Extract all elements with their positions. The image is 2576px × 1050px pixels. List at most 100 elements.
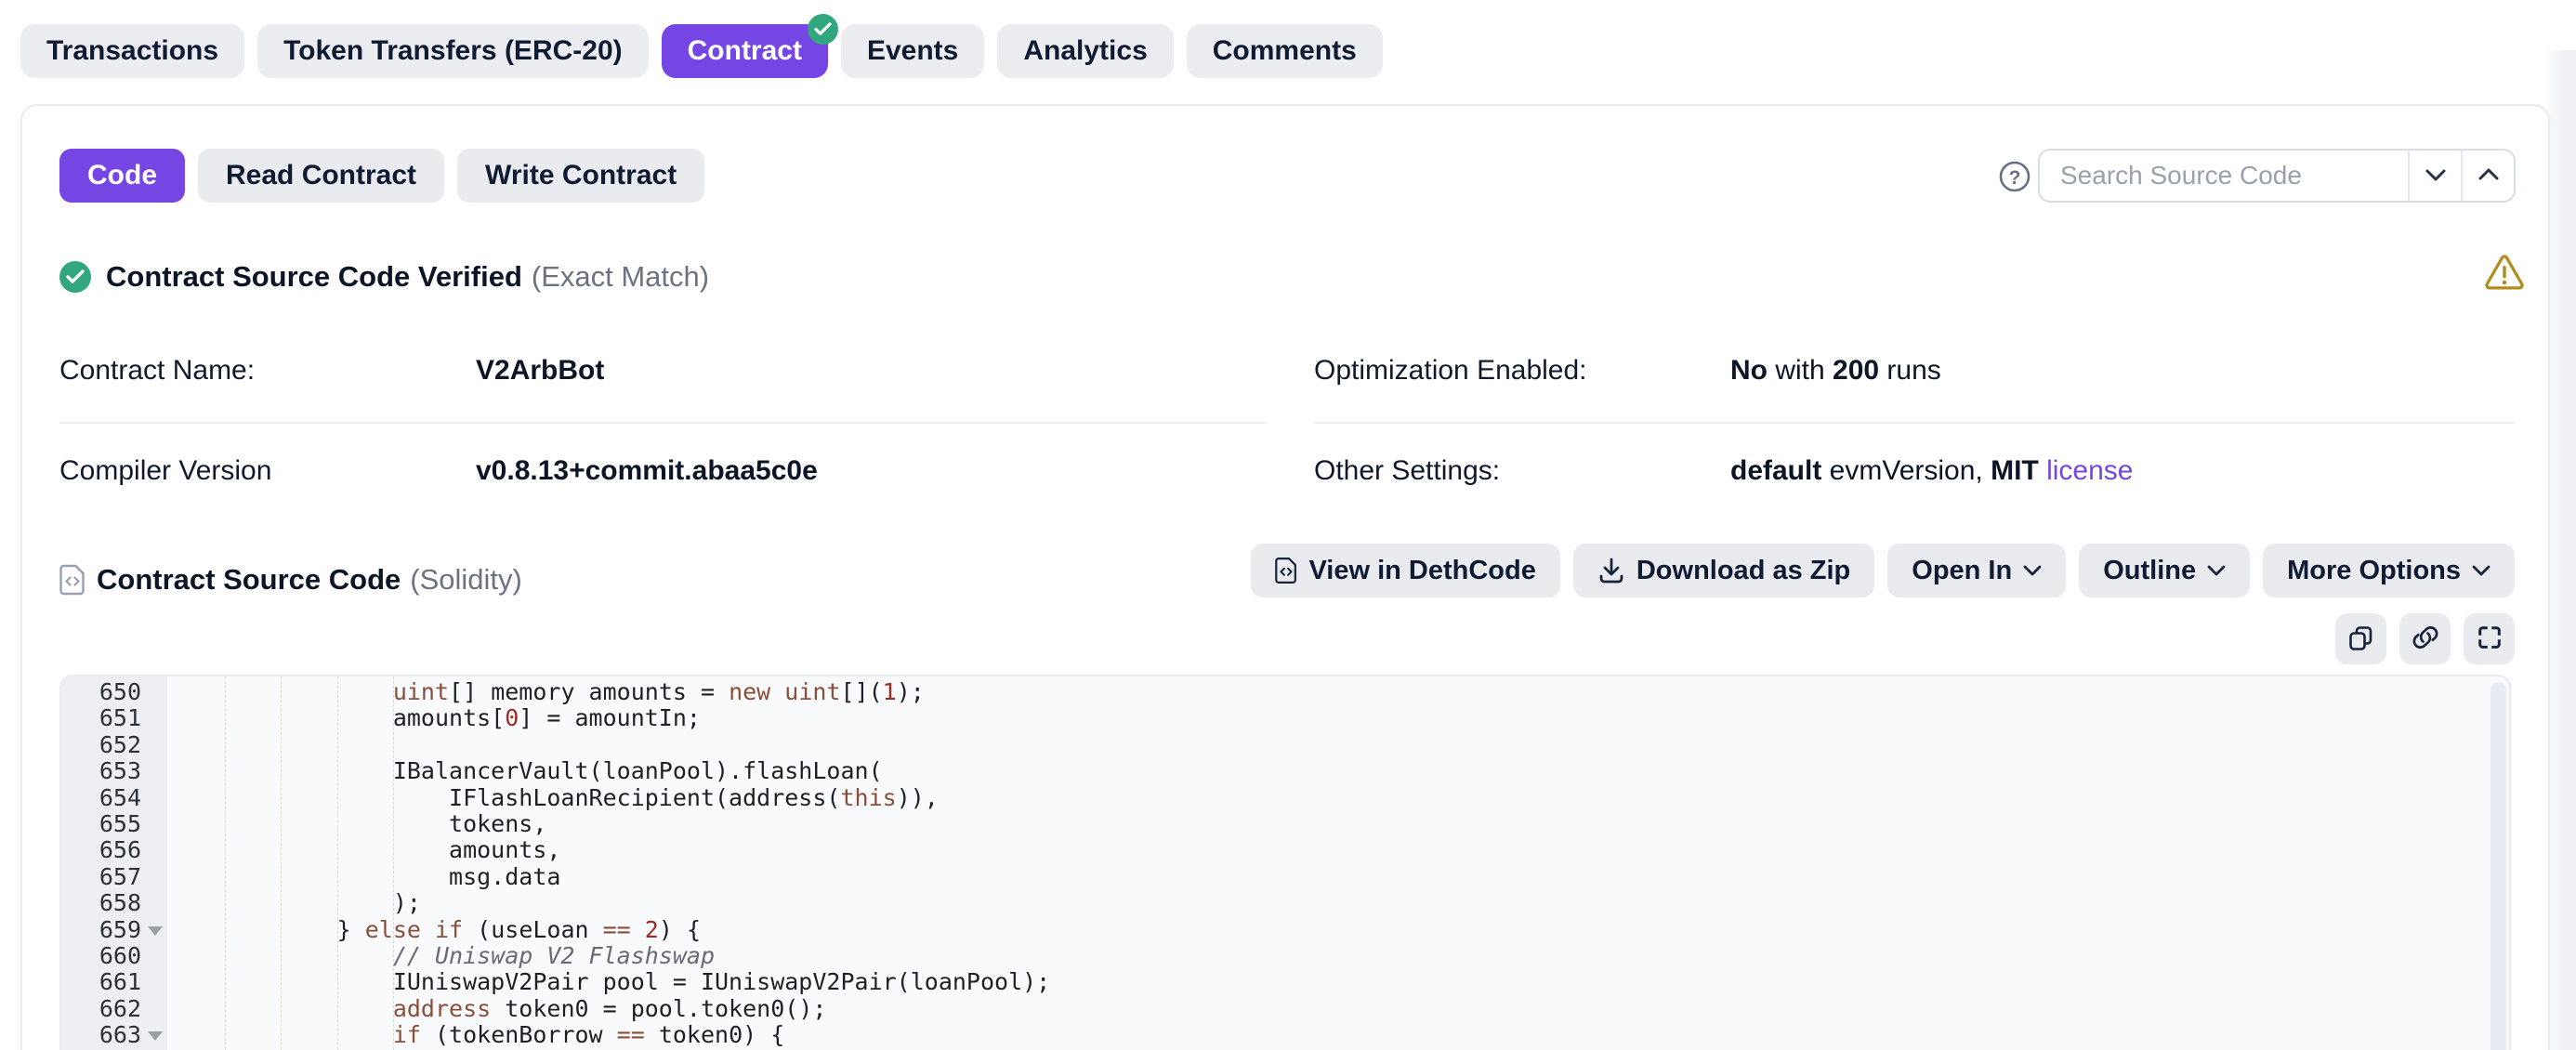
code-line-654: 654 IFlashLoanRecipient(address(this)),: [61, 785, 2509, 811]
tab-label: Token Transfers (ERC-20): [283, 35, 623, 66]
read-contract-button[interactable]: Read Contract: [198, 149, 444, 203]
chevron-down-icon: [2425, 168, 2447, 184]
fold-toggle-icon[interactable]: [148, 1031, 163, 1041]
code-text: IBalancerVault(loanPool).flashLoan(: [169, 758, 883, 784]
outline-button[interactable]: Outline: [2079, 544, 2250, 597]
tab-events[interactable]: Events: [841, 24, 984, 78]
line-number: 659: [61, 917, 141, 943]
code-text: // Uniswap V2 Flashswap: [169, 943, 715, 969]
line-number: 652: [61, 732, 141, 758]
source-code-header: Contract Source Code (Solidity): [59, 563, 522, 597]
compiler-version-label: Compiler Version: [59, 455, 476, 487]
code-text: tokens,: [169, 811, 546, 837]
source-code-title: Contract Source Code: [97, 563, 401, 597]
code-line-652: 652: [61, 732, 2509, 758]
line-number: 657: [61, 864, 141, 890]
write-contract-button[interactable]: Write Contract: [457, 149, 704, 203]
svg-text:?: ?: [2009, 167, 2021, 189]
code-text: } else if (useLoan == 2) {: [169, 917, 701, 943]
permalink-button[interactable]: [2399, 613, 2451, 664]
chevron-down-icon: [2207, 565, 2226, 576]
code-text: msg.data: [169, 864, 560, 890]
code-line-661: 661 IUniswapV2Pair pool = IUniswapV2Pair…: [61, 969, 2509, 995]
code-line-650: 650 uint[] memory amounts = new uint[](1…: [61, 679, 2509, 705]
help-icon[interactable]: ?: [1998, 160, 2031, 193]
line-number: 651: [61, 705, 141, 731]
contract-name-row: Contract Name: V2ArbBot: [59, 338, 1268, 422]
code-line-651: 651 amounts[0] = amountIn;: [61, 705, 2509, 731]
tab-label: Comments: [1213, 35, 1357, 66]
line-number: 653: [61, 758, 141, 784]
line-number: 655: [61, 811, 141, 837]
tab-label: Analytics: [1023, 35, 1147, 66]
check-circle-icon: [59, 261, 91, 293]
line-number: 661: [61, 969, 141, 995]
other-settings-row: Other Settings: default evmVersion, MIT …: [1314, 424, 2515, 487]
source-code-language: (Solidity): [410, 563, 522, 597]
line-number: 656: [61, 837, 141, 863]
fullscreen-button[interactable]: [2464, 613, 2515, 664]
optimization-value: No with 200 runs: [1730, 355, 1941, 387]
chevron-down-icon: [2023, 565, 2042, 576]
copy-icon: [2346, 623, 2375, 655]
code-tools-row: [2335, 613, 2515, 664]
code-line-658: 658 );: [61, 890, 2509, 916]
code-text: uint[] memory amounts = new uint[](1);: [169, 679, 925, 705]
search-next-button[interactable]: [2408, 151, 2461, 201]
other-settings-value: default evmVersion, MIT license: [1730, 455, 2133, 487]
tab-token-transfers-erc-20[interactable]: Token Transfers (ERC-20): [257, 24, 649, 78]
contract-subnav: CodeRead ContractWrite Contract: [59, 149, 704, 203]
code-line-655: 655 tokens,: [61, 811, 2509, 837]
download-as-zip-button[interactable]: Download as Zip: [1573, 544, 1874, 597]
source-buttons-row: View in DethCode Download as Zip Open InOu…: [1251, 544, 2515, 597]
compiler-version-value: v0.8.13+commit.abaa5c0e: [476, 455, 818, 487]
code-button[interactable]: Code: [59, 149, 185, 203]
more-options-button[interactable]: More Options: [2263, 544, 2515, 597]
tab-contract[interactable]: Contract: [662, 24, 828, 78]
contract-name-value: V2ArbBot: [476, 355, 604, 387]
code-lines: 650 uint[] memory amounts = new uint[](1…: [61, 679, 2509, 1050]
code-text: address token0 = pool.token0();: [169, 996, 826, 1022]
view-in-dethcode-button[interactable]: View in DethCode: [1251, 544, 1559, 597]
verified-match-type: (Exact Match): [532, 260, 709, 294]
license-link[interactable]: license: [2046, 455, 2133, 486]
copy-source-button[interactable]: [2335, 613, 2386, 664]
open-in-button[interactable]: Open In: [1887, 544, 2066, 597]
page: Transactions Token Transfers (ERC-20) Cont…: [0, 0, 2576, 1050]
other-settings-label: Other Settings:: [1314, 455, 1730, 487]
page-right-gutter: [2547, 50, 2576, 1050]
code-panel: 650 uint[] memory amounts = new uint[](1…: [59, 675, 2511, 1050]
info-column-left: Contract Name: V2ArbBot Compiler Version…: [59, 338, 1268, 487]
tab-comments[interactable]: Comments: [1187, 24, 1383, 78]
code-line-656: 656 amounts,: [61, 837, 2509, 863]
source-search-group: [2038, 149, 2516, 203]
tab-label: Events: [867, 35, 958, 66]
file-code-icon: [59, 564, 85, 596]
code-line-653: 653 IBalancerVault(loanPool).flashLoan(: [61, 758, 2509, 784]
line-number: 662: [61, 996, 141, 1022]
verified-title: Contract Source Code Verified: [106, 260, 522, 294]
file-code-icon: [1275, 557, 1297, 584]
code-scrollbar-thumb[interactable]: [2491, 682, 2506, 1050]
search-prev-button[interactable]: [2461, 151, 2514, 201]
code-line-657: 657 msg.data: [61, 864, 2509, 890]
verified-badge-icon: [808, 14, 838, 45]
chevron-down-icon: [2472, 565, 2491, 576]
download-icon: [1597, 557, 1625, 584]
code-text: if (tokenBorrow == token0) {: [169, 1022, 784, 1048]
tab-transactions[interactable]: Transactions: [20, 24, 244, 78]
line-number: 660: [61, 943, 141, 969]
chevron-up-icon: [2477, 168, 2500, 184]
tab-analytics[interactable]: Analytics: [997, 24, 1173, 78]
tabs-bar: Transactions Token Transfers (ERC-20) Cont…: [20, 24, 1383, 78]
code-text: IFlashLoanRecipient(address(this)),: [169, 785, 939, 811]
button-label: More Options: [2287, 544, 2461, 597]
search-source-code-input[interactable]: [2040, 151, 2408, 201]
fold-toggle-icon[interactable]: [148, 926, 163, 936]
optimization-row: Optimization Enabled: No with 200 runs: [1314, 338, 2515, 422]
contract-name-label: Contract Name:: [59, 355, 476, 387]
button-label: Download as Zip: [1636, 544, 1850, 597]
line-number: 650: [61, 679, 141, 705]
line-number: 654: [61, 785, 141, 811]
warning-icon[interactable]: [2483, 253, 2526, 296]
